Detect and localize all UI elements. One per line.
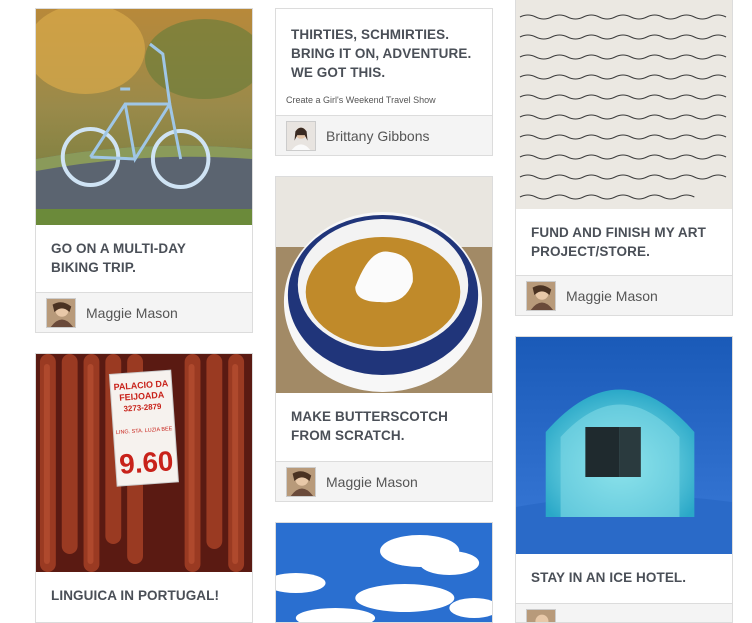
user-avatar[interactable] [526, 281, 556, 311]
user-name[interactable]: Maggie Mason [326, 474, 418, 490]
user-name[interactable]: Maggie Mason [86, 305, 178, 321]
pin-footer: Maggie Mason [276, 461, 492, 501]
pin-subtitle: Create a Girl's Weekend Travel Show [276, 95, 446, 105]
pin-footer [516, 603, 732, 623]
pin-card-biking[interactable]: GO ON A MULTI-DAY BIKING TRIP. Maggie Ma… [35, 8, 253, 333]
pin-card-thirties[interactable]: THIRTIES, SCHMIRTIES. BRING IT ON, ADVEN… [275, 8, 493, 156]
ice-hotel-photo[interactable] [516, 337, 732, 554]
user-name[interactable]: Maggie Mason [566, 288, 658, 304]
handwriting-photo[interactable] [516, 0, 732, 209]
pin-card-sky[interactable] [275, 522, 493, 623]
sausages-photo[interactable]: PALACIO DA FEIJOADA 3273-2879 LING. STA.… [36, 354, 252, 572]
pin-card-ice-hotel[interactable]: STAY IN AN ICE HOTEL. [515, 336, 733, 623]
user-avatar[interactable] [286, 467, 316, 497]
pin-card-linguica[interactable]: PALACIO DA FEIJOADA 3273-2879 LING. STA.… [35, 353, 253, 623]
bicycle-photo[interactable] [36, 9, 252, 225]
pin-title: LINGUICA IN PORTUGAL! [36, 572, 252, 605]
pin-title: GO ON A MULTI-DAY BIKING TRIP. [36, 225, 252, 277]
user-avatar[interactable] [46, 298, 76, 328]
pin-title: FUND AND FINISH MY ART PROJECT/STORE. [516, 209, 732, 261]
pin-title: THIRTIES, SCHMIRTIES. BRING IT ON, ADVEN… [276, 9, 492, 82]
pin-title: STAY IN AN ICE HOTEL. [516, 554, 732, 587]
user-avatar[interactable] [286, 121, 316, 151]
pin-footer: Maggie Mason [36, 292, 252, 332]
pin-footer: Brittany Gibbons [276, 115, 492, 155]
pin-card-art-project[interactable]: FUND AND FINISH MY ART PROJECT/STORE. Ma… [515, 0, 733, 316]
sign-price: 9.60 [118, 445, 174, 480]
butterscotch-photo[interactable] [276, 177, 492, 393]
pin-title: MAKE BUTTERSCOTCH FROM SCRATCH. [276, 393, 492, 445]
pin-card-butterscotch[interactable]: MAKE BUTTERSCOTCH FROM SCRATCH. Maggie M… [275, 176, 493, 502]
user-avatar[interactable] [526, 609, 556, 623]
sky-photo[interactable] [276, 523, 492, 623]
pin-footer: Maggie Mason [516, 275, 732, 315]
user-name[interactable]: Brittany Gibbons [326, 128, 430, 144]
